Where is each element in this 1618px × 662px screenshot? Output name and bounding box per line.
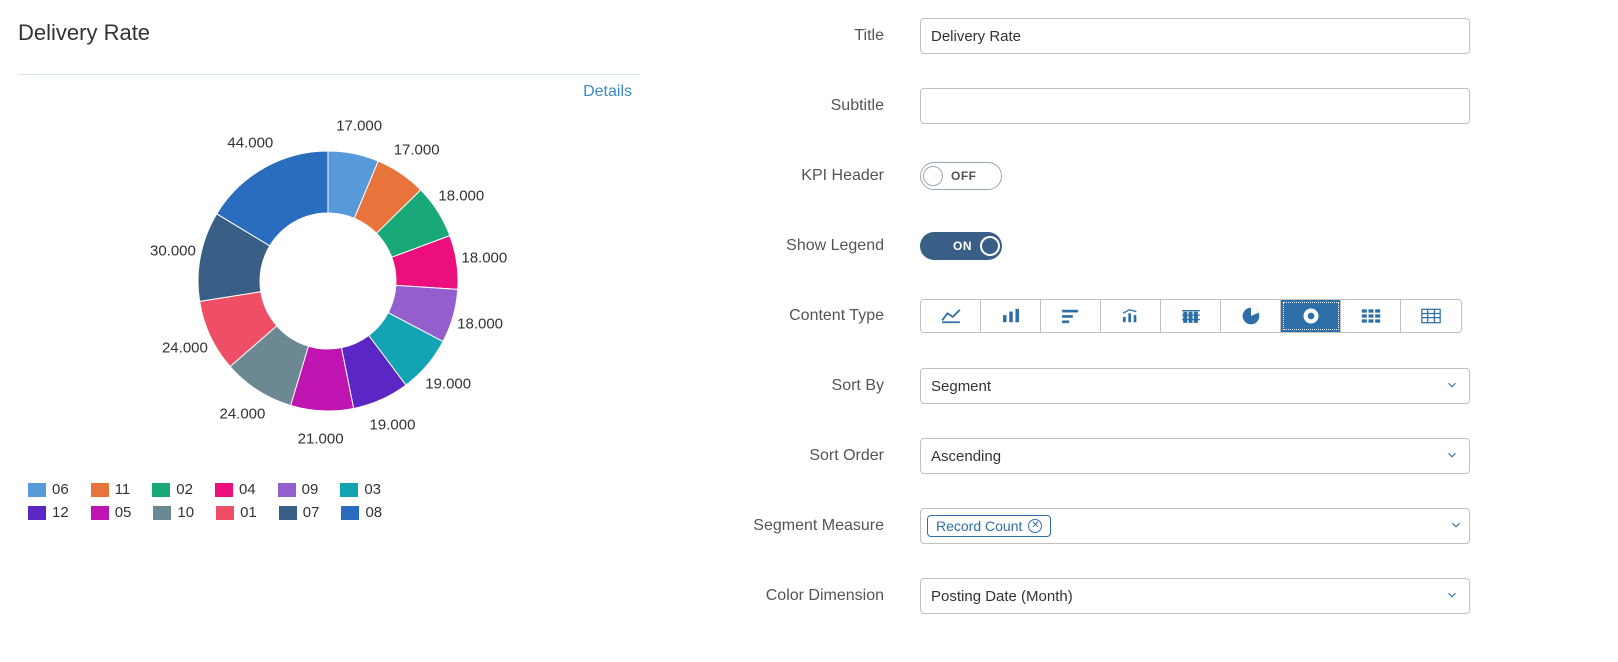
legend-label: 01 [240, 504, 257, 521]
title-input[interactable] [920, 18, 1470, 54]
donut-chart-icon [1301, 306, 1321, 326]
details-link[interactable]: Details [18, 83, 632, 101]
legend-label: 02 [176, 481, 193, 498]
config-panel: Title Subtitle KPI Header OFF Show Legen… [660, 0, 1618, 644]
slice-label: 24.000 [162, 340, 208, 357]
slice-label: 24.000 [219, 405, 265, 422]
chevron-down-icon [1445, 588, 1459, 605]
color-dimension-label: Color Dimension [660, 587, 920, 605]
legend-swatch [340, 483, 358, 497]
legend-item[interactable]: 01 [216, 504, 257, 521]
sort-order-select[interactable]: Ascending [920, 438, 1470, 474]
donut-chart: 17.000 17.000 18.000 18.000 18.000 19.000 19.0… [18, 111, 538, 471]
legend-swatch [153, 506, 171, 520]
combo-chart-icon [1120, 308, 1142, 324]
horizontal-bar-chart-button[interactable] [1041, 300, 1101, 332]
pie-chart-button[interactable] [1221, 300, 1281, 332]
title-label: Title [660, 27, 920, 45]
slice-label: 19.000 [370, 417, 416, 434]
kpi-header-toggle[interactable]: OFF [920, 162, 1002, 190]
legend-swatch [152, 483, 170, 497]
card-preview: Delivery Rate Details 17.000 17.000 18.000… [0, 0, 660, 644]
show-legend-toggle[interactable]: ON [920, 232, 1002, 260]
line-chart-icon [940, 308, 962, 324]
kpi-header-label: KPI Header [660, 167, 920, 185]
legend-item[interactable]: 02 [152, 481, 193, 498]
show-legend-label: Show Legend [660, 237, 920, 255]
color-dimension-select[interactable]: Posting Date (Month) [920, 578, 1470, 614]
slice-label: 21.000 [298, 430, 344, 447]
legend-label: 03 [364, 481, 381, 498]
content-type-label: Content Type [660, 307, 920, 325]
slice-label: 17.000 [336, 118, 382, 135]
slice-label: 18.000 [438, 188, 484, 205]
legend-item[interactable]: 09 [278, 481, 319, 498]
subtitle-label: Subtitle [660, 97, 920, 115]
table-icon [1421, 308, 1441, 324]
legend-label: 09 [302, 481, 319, 498]
legend-label: 12 [52, 504, 69, 521]
table-button[interactable] [1401, 300, 1461, 332]
chevron-down-icon [1449, 518, 1463, 535]
legend-label: 10 [177, 504, 194, 521]
slice-label: 18.000 [461, 250, 507, 267]
legend-item[interactable]: 12 [28, 504, 69, 521]
segment-measure-token[interactable]: Record Count ✕ [927, 515, 1051, 537]
legend-item[interactable]: 06 [28, 481, 69, 498]
heatmap-icon [1361, 308, 1381, 324]
chevron-down-icon [1445, 378, 1459, 395]
slice-label: 17.000 [394, 142, 440, 159]
stacked-chart-icon [1180, 308, 1202, 324]
heatmap-button[interactable] [1341, 300, 1401, 332]
pie-chart-icon [1241, 306, 1261, 326]
segment-measure-select[interactable]: Record Count ✕ [920, 508, 1470, 544]
legend-item[interactable]: 03 [340, 481, 381, 498]
legend-label: 07 [303, 504, 320, 521]
content-type-group [920, 299, 1462, 333]
legend-swatch [341, 506, 359, 520]
slice-label: 19.000 [425, 375, 471, 392]
legend-swatch [216, 506, 234, 520]
sort-by-select[interactable]: Segment [920, 368, 1470, 404]
sort-by-label: Sort By [660, 377, 920, 395]
remove-token-icon[interactable]: ✕ [1028, 519, 1042, 533]
segment-measure-label: Segment Measure [660, 517, 920, 535]
card-divider [18, 74, 640, 75]
legend-swatch [215, 483, 233, 497]
legend-item[interactable]: 04 [215, 481, 256, 498]
legend-label: 04 [239, 481, 256, 498]
chevron-down-icon [1445, 448, 1459, 465]
legend-label: 06 [52, 481, 69, 498]
chart-legend: 06 11 02 04 09 03 12 05 10 01 07 08 [18, 481, 640, 521]
slice-label: 30.000 [150, 242, 196, 259]
legend-item[interactable]: 10 [153, 504, 194, 521]
legend-item[interactable]: 07 [279, 504, 320, 521]
legend-swatch [278, 483, 296, 497]
sort-order-label: Sort Order [660, 447, 920, 465]
legend-label: 08 [365, 504, 382, 521]
slice-label: 18.000 [457, 315, 503, 332]
legend-swatch [279, 506, 297, 520]
subtitle-input[interactable] [920, 88, 1470, 124]
slice-label: 44.000 [227, 135, 273, 152]
card-title: Delivery Rate [18, 20, 640, 46]
stacked-chart-button[interactable] [1161, 300, 1221, 332]
combo-chart-button[interactable] [1101, 300, 1161, 332]
bar-chart-button[interactable] [981, 300, 1041, 332]
legend-item[interactable]: 08 [341, 504, 382, 521]
horizontal-bar-chart-icon [1060, 308, 1082, 324]
line-chart-button[interactable] [921, 300, 981, 332]
legend-swatch [91, 483, 109, 497]
legend-label: 05 [115, 504, 132, 521]
legend-item[interactable]: 05 [91, 504, 132, 521]
donut-chart-button[interactable] [1281, 300, 1341, 332]
legend-item[interactable]: 11 [91, 481, 131, 498]
bar-chart-icon [1000, 308, 1022, 324]
legend-swatch [91, 506, 109, 520]
legend-swatch [28, 506, 46, 520]
legend-swatch [28, 483, 46, 497]
legend-label: 11 [115, 481, 131, 498]
